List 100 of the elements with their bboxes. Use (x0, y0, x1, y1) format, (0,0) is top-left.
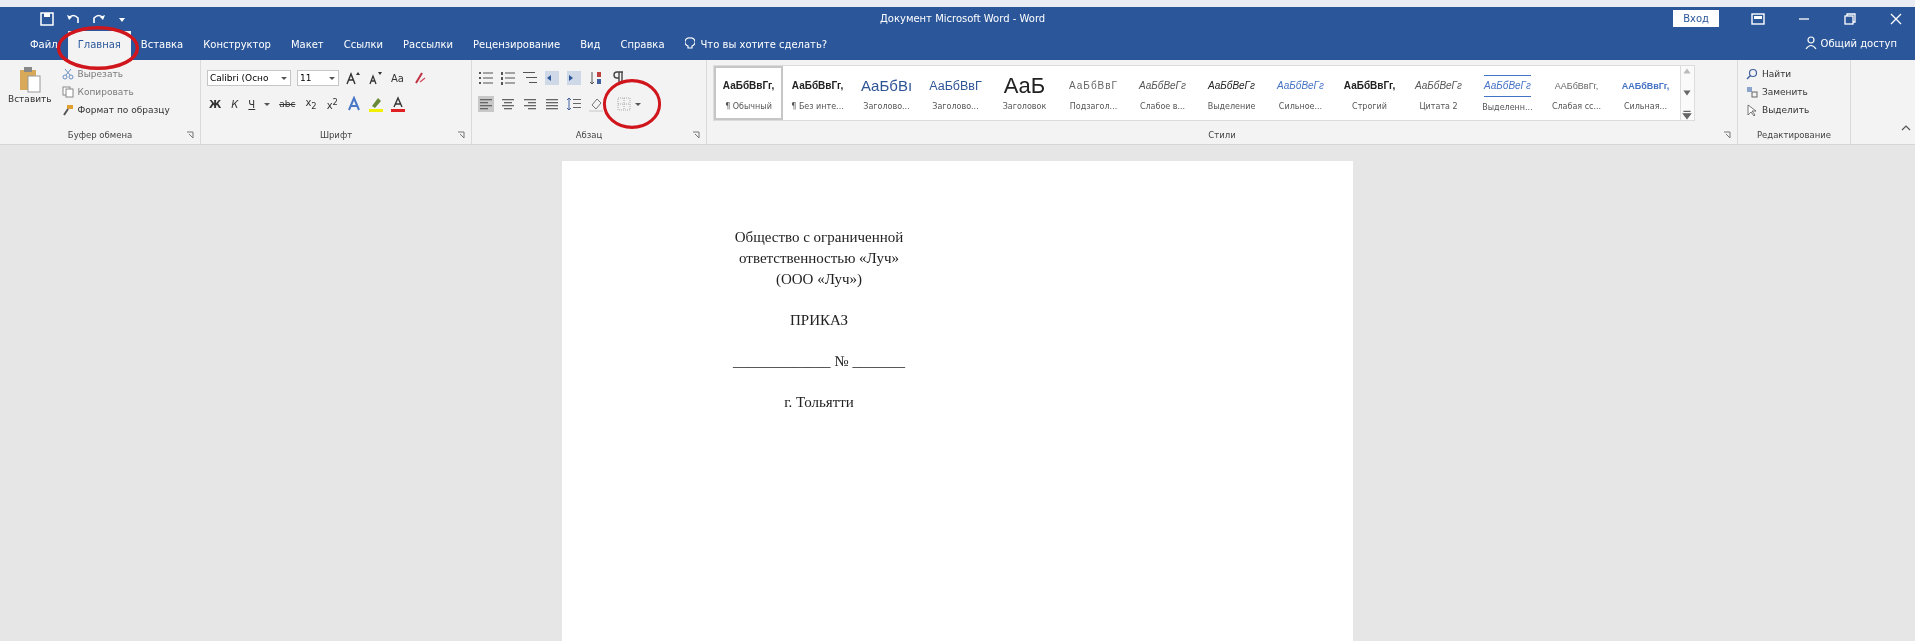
copy-icon (61, 86, 74, 98)
style-item[interactable]: АаБбВвГ Подзагол... (1059, 66, 1128, 120)
ribbon-tab[interactable]: Рассылки (393, 31, 463, 60)
strikethrough-button[interactable]: abc (277, 99, 298, 109)
change-case-button[interactable]: Aa (389, 72, 406, 84)
document-text: ПРИКАЗ (790, 311, 848, 330)
group-label: Редактирование (1756, 130, 1832, 140)
shrink-font-icon[interactable] (367, 70, 383, 86)
ribbon-tab[interactable]: Ссылки (333, 31, 393, 60)
format-painter-button[interactable]: Формат по образцу (59, 102, 172, 118)
style-name: Заголово... (863, 101, 910, 111)
ribbon-tab[interactable]: Файл (20, 31, 68, 60)
font-size-field[interactable]: 11 (297, 70, 339, 86)
style-name: Заголовок (1002, 101, 1047, 111)
ribbon-tab[interactable]: Вставка (130, 31, 194, 60)
increase-indent-icon[interactable] (566, 70, 582, 86)
ribbon-tab[interactable]: Главная (67, 31, 131, 60)
document-text: Общество с ограниченной (734, 228, 904, 247)
style-sample: ААБбВвГг, (1554, 79, 1599, 93)
style-sample: АаБбВвГг, (722, 79, 775, 93)
tell-me-field[interactable]: Что вы хотите сделать? (698, 37, 863, 51)
grow-font-icon[interactable] (345, 70, 361, 86)
collapse-ribbon-icon[interactable] (1901, 124, 1911, 132)
style-sample: АаБбВвГг, (1343, 79, 1396, 93)
style-item[interactable]: АаБбВвГг, ¶ Обычный (714, 66, 783, 120)
document-text: ответственностью «Луч» (739, 249, 899, 268)
share-button[interactable]: Общий доступ (1798, 35, 1903, 60)
ribbon-tab[interactable]: Макет (280, 31, 334, 60)
superscript-button[interactable]: x$^{2}$ (324, 96, 340, 112)
caret-icon[interactable] (263, 100, 272, 108)
dialog-launcher-icon[interactable] (1723, 131, 1731, 139)
style-name: ¶ Обычный (725, 101, 772, 111)
lightbulb-icon[interactable] (684, 37, 695, 51)
cursor-icon (1746, 104, 1758, 116)
group-label: Стили (1208, 130, 1236, 140)
bold-button[interactable]: Ж (207, 98, 224, 110)
style-item[interactable]: АаБ Заголовок (990, 66, 1059, 120)
style-sample: АаБбВеГг (1139, 79, 1186, 93)
document-text: г. Тольятти (784, 393, 854, 412)
ribbon-tab[interactable]: Вид (570, 31, 611, 60)
style-item[interactable]: ААБбВвГг, Сильная... (1611, 66, 1680, 120)
style-item[interactable]: АаБбВеГг Выделение (1197, 66, 1266, 120)
font-name-field[interactable]: Calibri (Осно (207, 70, 291, 86)
text-effects-icon[interactable] (345, 96, 362, 112)
shading-icon[interactable] (588, 96, 604, 112)
decrease-indent-icon[interactable] (544, 70, 560, 86)
replace-button[interactable]: Заменить (1744, 84, 1844, 100)
style-item[interactable]: АаБбВеГг Слабое в... (1128, 66, 1197, 120)
document-text: _____________ № _______ (733, 352, 905, 371)
italic-button[interactable]: К (229, 98, 241, 110)
window-title: Документ Microsoft Word - Word (880, 13, 1047, 25)
paste-button[interactable]: Вставить (6, 66, 54, 126)
style-sample: АаБбВвГ (1069, 79, 1118, 93)
group-label: Шрифт (319, 130, 353, 140)
ribbon-display-icon[interactable] (1751, 12, 1765, 25)
restore-icon[interactable] (1843, 12, 1857, 25)
dialog-launcher-icon[interactable] (457, 131, 465, 139)
highlighter-icon[interactable] (367, 96, 384, 112)
dialog-launcher-icon[interactable] (692, 131, 700, 139)
sign-in-button[interactable]: Вход (1673, 10, 1719, 28)
paintbrush-icon (61, 104, 74, 116)
align-right-icon[interactable] (522, 96, 538, 112)
style-name: Слабое в... (1139, 101, 1186, 111)
style-item[interactable]: АаБбВеГг Выделенн... (1473, 66, 1542, 120)
font-color-icon[interactable] (389, 96, 406, 112)
sort-icon[interactable] (588, 70, 604, 86)
style-item[interactable]: ААБбВвГг, Слабая сс... (1542, 66, 1611, 120)
align-justify-icon[interactable] (544, 96, 560, 112)
style-item[interactable]: АаБбВвГг, ¶ Без инте... (783, 66, 852, 120)
caret-icon[interactable] (280, 74, 288, 82)
find-button[interactable]: Найти (1744, 66, 1844, 82)
bullet-list-icon[interactable] (478, 70, 494, 86)
style-item[interactable]: АаБбВеГг Цитата 2 (1404, 66, 1473, 120)
close-icon[interactable] (1889, 12, 1903, 25)
caret-icon[interactable] (634, 100, 642, 108)
clipboard-icon (17, 66, 42, 94)
ribbon-tab[interactable]: Конструктор (193, 31, 281, 60)
more-icon[interactable] (1681, 110, 1693, 120)
align-left-icon[interactable] (478, 96, 494, 112)
group-label: Буфер обмена (67, 130, 133, 140)
style-item[interactable]: АаБбВеГг Сильное... (1266, 66, 1335, 120)
caret-icon[interactable] (328, 74, 336, 82)
style-item[interactable]: АаБбВвГг, Строгий (1335, 66, 1404, 120)
style-sample: АаБбВеГг (1277, 79, 1324, 93)
line-spacing-icon[interactable] (566, 96, 582, 112)
numbered-list-icon[interactable] (500, 70, 516, 86)
ribbon-tab[interactable]: Рецензирование (463, 31, 571, 60)
style-item[interactable]: АаБбВвГ Заголово... (921, 66, 990, 120)
style-item[interactable]: АаБбВı Заголово... (852, 66, 921, 120)
style-sample: АаБбВвГ (929, 77, 982, 95)
ribbon-tab[interactable]: Справка (610, 31, 675, 60)
save-icon[interactable] (40, 11, 54, 26)
scroll-down-icon[interactable] (1681, 88, 1693, 98)
select-button[interactable]: Выделить (1744, 102, 1844, 118)
style-sample: АаБбВı (860, 76, 913, 96)
subscript-button[interactable]: x$_{2}$ (303, 97, 319, 111)
underline-button[interactable]: Ч (246, 98, 258, 110)
align-center-icon[interactable] (500, 96, 516, 112)
dialog-launcher-icon[interactable] (186, 131, 194, 139)
multilevel-list-icon[interactable] (522, 70, 538, 86)
